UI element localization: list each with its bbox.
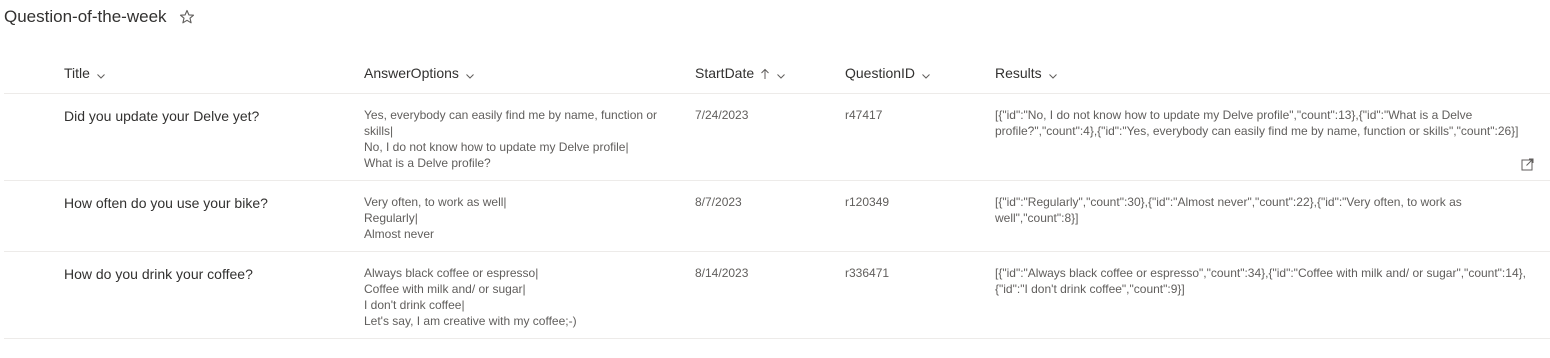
- answer-option: What is a Delve profile?: [364, 156, 491, 170]
- column-header-label: QuestionID: [845, 64, 916, 81]
- column-header-row: Title AnswerOptions StartDate QuestionID…: [4, 52, 1550, 94]
- row-answer-options: Always black coffee or espresso| Coffee …: [364, 265, 577, 329]
- answer-option: Very often, to work as well|: [364, 195, 507, 209]
- answer-option: I don't drink coffee|: [364, 298, 465, 312]
- row-title[interactable]: How do you drink your coffee?: [64, 266, 253, 282]
- open-in-new-window-icon[interactable]: [1521, 158, 1534, 171]
- column-header-label: StartDate: [695, 64, 755, 81]
- answer-option: Regularly|: [364, 211, 418, 225]
- table-row[interactable]: Did you update your Delve yet? Yes, ever…: [4, 94, 1550, 181]
- table-row[interactable]: How often do you use your bike? Very oft…: [4, 181, 1550, 252]
- answer-option: Let's say, I am creative with my coffee;…: [364, 314, 577, 328]
- chevron-down-icon: [921, 68, 931, 79]
- answer-option: Coffee with milk and/ or sugar|: [364, 282, 526, 296]
- column-header-answer-options[interactable]: AnswerOptions: [364, 52, 475, 93]
- column-header-results[interactable]: Results: [995, 52, 1058, 93]
- answer-option: Almost never: [364, 227, 435, 241]
- row-title[interactable]: How often do you use your bike?: [64, 195, 268, 211]
- column-header-start-date[interactable]: StartDate: [695, 52, 786, 93]
- list-page: Question-of-the-week Title AnswerOptions: [0, 0, 1550, 358]
- column-header-label: Title: [64, 64, 90, 81]
- row-question-id: r336471: [845, 266, 890, 280]
- chevron-down-icon: [96, 68, 106, 79]
- column-header-label: AnswerOptions: [364, 64, 459, 81]
- column-header-question-id[interactable]: QuestionID: [845, 52, 931, 93]
- column-header-label: Results: [995, 64, 1042, 81]
- row-answer-options: Very often, to work as well| Regularly| …: [364, 194, 507, 242]
- chevron-down-icon: [776, 68, 786, 79]
- answer-option: skills|: [364, 124, 394, 138]
- row-start-date: 8/7/2023: [695, 195, 742, 209]
- list-grid: Title AnswerOptions StartDate QuestionID…: [4, 52, 1550, 339]
- row-results: [{"id":"Regularly","count":30},{"id":"Al…: [995, 195, 1462, 225]
- row-question-id: r120349: [845, 195, 890, 209]
- list-header: Question-of-the-week: [4, 5, 195, 29]
- chevron-down-icon: [1048, 68, 1058, 79]
- list-title: Question-of-the-week: [4, 7, 167, 26]
- column-header-title[interactable]: Title: [64, 52, 106, 93]
- row-question-id: r47417: [845, 108, 883, 122]
- row-title[interactable]: Did you update your Delve yet?: [64, 108, 259, 124]
- arrow-up-icon: [760, 67, 770, 79]
- row-results: [{"id":"No, I do not know how to update …: [995, 108, 1519, 138]
- row-results: [{"id":"Always black coffee or espresso"…: [995, 266, 1526, 296]
- row-start-date: 8/14/2023: [695, 266, 749, 280]
- answer-option: Yes, everybody can easily find me by nam…: [364, 108, 658, 122]
- row-start-date: 7/24/2023: [695, 108, 749, 122]
- answer-option: No, I do not know how to update my Delve…: [364, 140, 629, 154]
- row-answer-options: Yes, everybody can easily find me by nam…: [364, 107, 657, 171]
- answer-option: Always black coffee or espresso|: [364, 266, 539, 280]
- table-row[interactable]: How do you drink your coffee? Always bla…: [4, 252, 1550, 339]
- star-icon[interactable]: [179, 9, 195, 25]
- chevron-down-icon: [465, 68, 475, 79]
